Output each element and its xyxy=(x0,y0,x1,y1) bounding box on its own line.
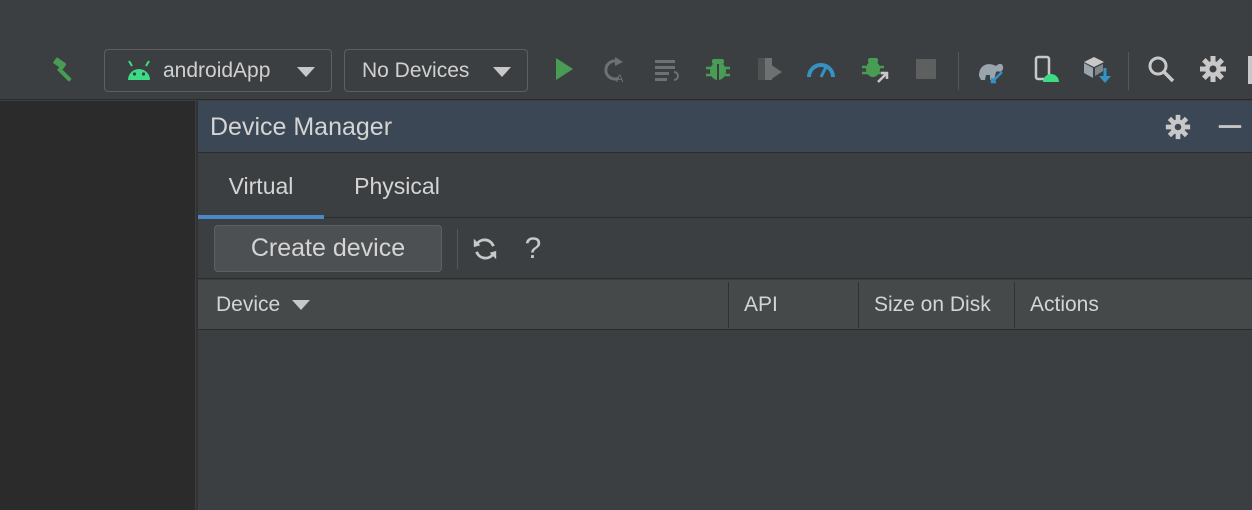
column-size-label: Size on Disk xyxy=(874,293,991,316)
tab-virtual[interactable]: Virtual xyxy=(198,154,324,219)
panel-header: Device Manager xyxy=(198,101,1252,153)
device-actions-bar: Create device ? xyxy=(198,219,1252,279)
column-api-label: API xyxy=(744,293,778,316)
android-icon xyxy=(125,60,153,82)
device-tabs: Virtual Physical xyxy=(198,154,1252,219)
column-separator[interactable] xyxy=(858,282,859,328)
device-manager-panel: Device Manager Virtual Physical Create d… xyxy=(196,101,1252,510)
gradle-sync-icon[interactable] xyxy=(974,52,1008,86)
debug-icon[interactable] xyxy=(701,52,735,86)
tab-physical-label: Physical xyxy=(354,172,440,199)
attach-debugger-icon[interactable] xyxy=(858,52,892,86)
profile-icon[interactable] xyxy=(804,52,838,86)
sdk-manager-icon[interactable] xyxy=(1080,52,1114,86)
coverage-icon[interactable] xyxy=(752,52,786,86)
tab-physical[interactable]: Physical xyxy=(334,154,460,218)
refresh-icon[interactable] xyxy=(468,231,502,267)
chevron-down-icon xyxy=(493,67,511,77)
overflow-edge xyxy=(1248,56,1252,84)
minimize-icon[interactable] xyxy=(1214,111,1246,143)
run-icon[interactable] xyxy=(546,52,580,86)
ide-window: androidApp No Devices A Device Manager V… xyxy=(0,0,1252,510)
create-device-button[interactable]: Create device xyxy=(214,225,442,272)
column-header-size[interactable]: Size on Disk xyxy=(874,280,991,330)
editor-area xyxy=(0,101,195,510)
column-actions-label: Actions xyxy=(1030,293,1099,316)
device-table-body xyxy=(198,331,1252,510)
search-icon[interactable] xyxy=(1144,52,1178,86)
column-header-actions[interactable]: Actions xyxy=(1030,280,1099,330)
settings-icon[interactable] xyxy=(1196,52,1230,86)
run-configuration-label: androidApp xyxy=(163,58,271,82)
apply-changes-icon[interactable]: A xyxy=(597,52,631,86)
stop-icon[interactable] xyxy=(909,52,943,86)
column-separator[interactable] xyxy=(728,282,729,328)
toolbar-separator xyxy=(1128,52,1129,90)
toolbar-separator xyxy=(958,52,959,90)
column-separator[interactable] xyxy=(1014,282,1015,328)
main-toolbar: androidApp No Devices A xyxy=(0,0,1252,100)
device-table-header: Device API Size on Disk Actions xyxy=(198,280,1252,330)
target-device-combo[interactable]: No Devices xyxy=(344,49,528,92)
svg-text:A: A xyxy=(616,73,624,84)
column-header-api[interactable]: API xyxy=(744,280,778,330)
run-logcat-icon[interactable] xyxy=(650,52,684,86)
panel-settings-icon[interactable] xyxy=(1162,111,1194,143)
hammer-icon[interactable] xyxy=(48,52,82,86)
panel-title: Device Manager xyxy=(210,113,393,141)
tab-virtual-label: Virtual xyxy=(228,172,294,199)
actions-separator xyxy=(457,229,458,269)
target-device-label: No Devices xyxy=(362,58,470,82)
help-icon[interactable]: ? xyxy=(516,231,550,267)
column-device-label: Device xyxy=(216,293,281,316)
run-configuration-combo[interactable]: androidApp xyxy=(104,49,332,92)
device-manager-icon[interactable] xyxy=(1029,52,1063,86)
chevron-down-icon xyxy=(297,67,315,77)
sort-down-icon xyxy=(292,300,311,310)
help-glyph: ? xyxy=(524,232,542,265)
column-header-device[interactable]: Device xyxy=(216,280,311,330)
